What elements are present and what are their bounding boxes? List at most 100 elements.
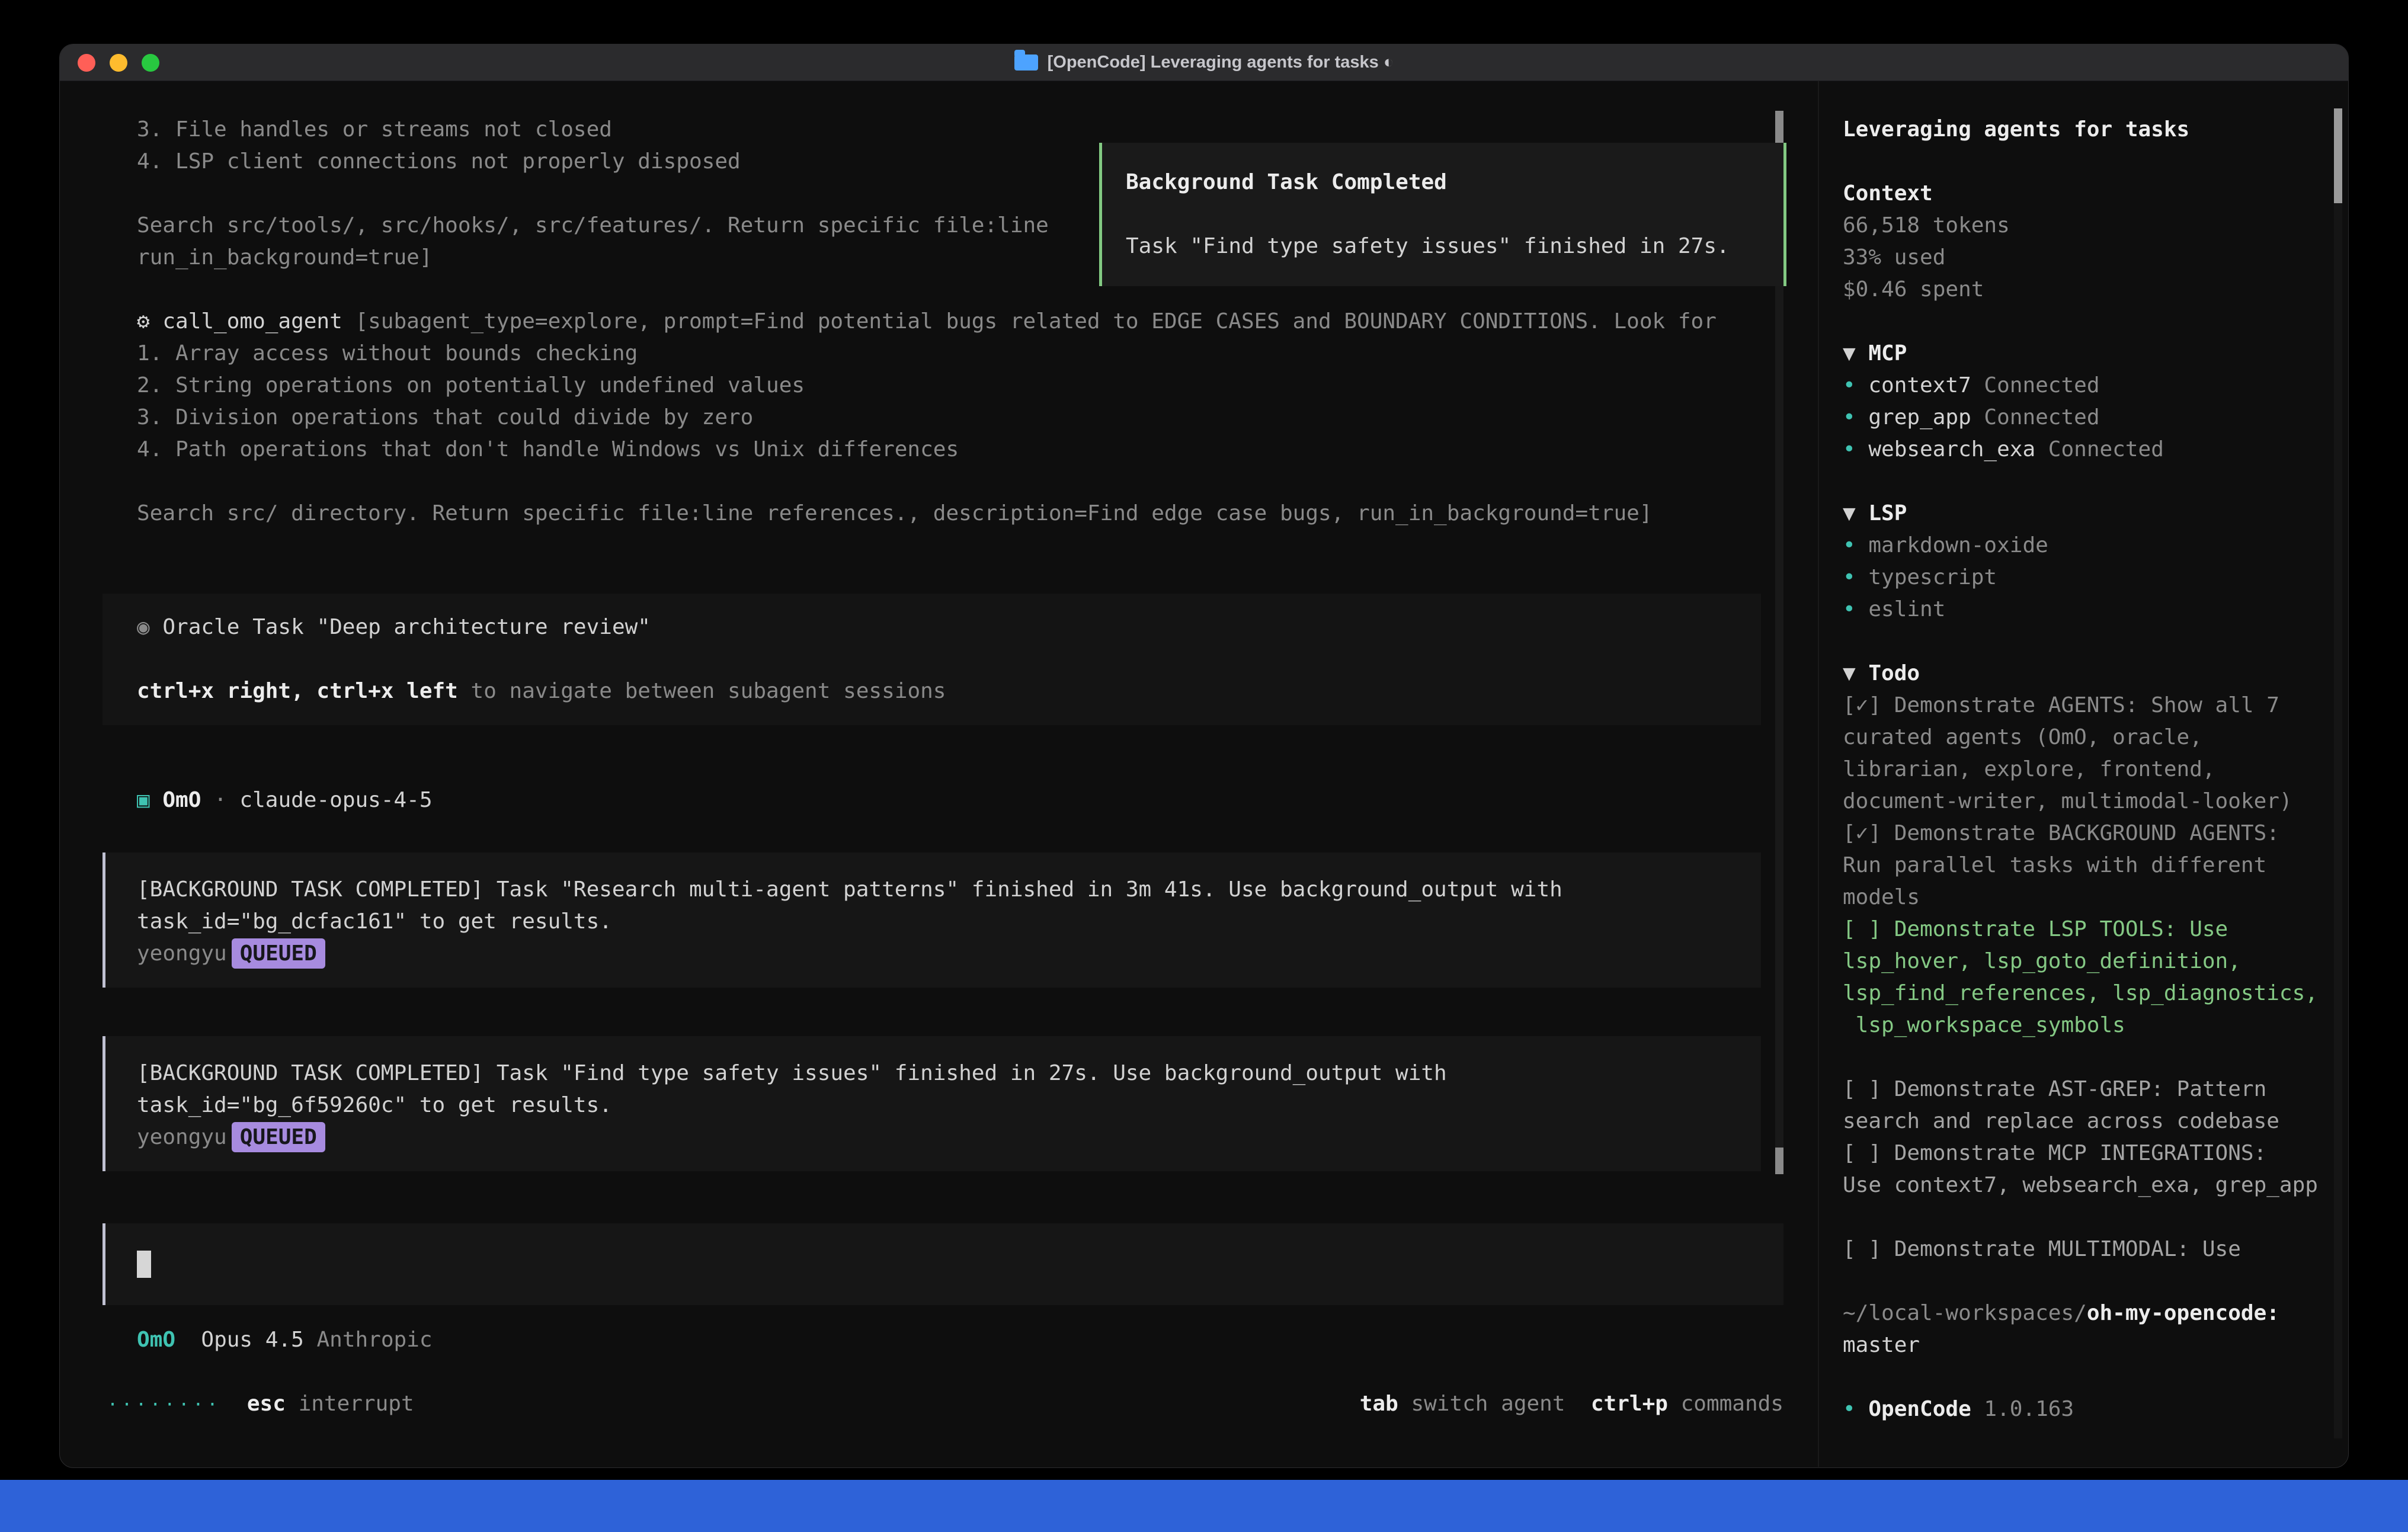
text-line: yeongyuQUEUED xyxy=(137,1121,1727,1153)
text-segment: • xyxy=(1843,597,1868,621)
text-line: curated agents (OmO, oracle, xyxy=(1843,722,2319,754)
text-line xyxy=(1843,466,2319,498)
desktop: [OpenCode] Leveraging agents for tasks ◐… xyxy=(0,0,2408,1532)
toast-notification[interactable]: Background Task Completed Task "Find typ… xyxy=(1099,143,1786,286)
text-line: [✓] Demonstrate AGENTS: Show all 7 xyxy=(1843,690,2319,722)
text-segment xyxy=(222,1392,247,1416)
section-caret: ▼ xyxy=(1843,501,1868,525)
text-segment: 4. LSP client connections not properly d… xyxy=(137,149,741,174)
context-tokens: 66,518 tokens xyxy=(1843,213,2010,238)
git-branch: master xyxy=(1843,1333,1920,1357)
agent-session-row[interactable]: ▣ OmO · claude-opus-4-5 xyxy=(103,784,1818,816)
text-line: 66,518 tokens xyxy=(1843,210,2319,242)
task-owner: yeongyu xyxy=(137,941,227,966)
text-line: ~/local-workspaces/oh-my-opencode: xyxy=(1843,1297,2319,1329)
text-line: 4. Path operations that don't handle Win… xyxy=(103,434,1818,466)
notification-title: Background Task Completed xyxy=(1126,170,1447,194)
statusbar-left: ········ esc interrupt xyxy=(107,1388,414,1420)
text-line: models xyxy=(1843,882,2319,914)
todo-item: [ ] Demonstrate AST-GREP: Pattern xyxy=(1843,1077,2266,1101)
text-segment: lsp_hover, lsp_goto_definition, xyxy=(1843,949,2241,973)
session-title: Leveraging agents for tasks xyxy=(1843,117,2189,142)
workspace-path: ~/local-workspaces/ xyxy=(1843,1301,2087,1325)
text-line: ctrl+x right, ctrl+x left to navigate be… xyxy=(137,675,1761,707)
prompt-input[interactable] xyxy=(103,1223,1783,1305)
current-model: Opus 4.5 xyxy=(201,1328,303,1352)
task-owner: yeongyu xyxy=(137,1125,227,1149)
text-line: 1. Array access without bounds checking xyxy=(103,338,1818,370)
keybind-hint: ctrl+x right, ctrl+x left xyxy=(137,679,458,703)
text-line: [ ] Demonstrate LSP TOOLS: Use xyxy=(1843,914,2319,946)
text-line: OmO Opus 4.5 Anthropic xyxy=(103,1324,1818,1356)
mcp-status: Connected xyxy=(2035,437,2164,461)
minimize-button[interactable] xyxy=(110,54,127,72)
text-line: task_id="bg_6f59260c" to get results. xyxy=(137,1089,1727,1121)
context-cost: $0.46 spent xyxy=(1843,277,1984,302)
text-segment: interrupt xyxy=(286,1392,414,1416)
text-segment: task_id="bg_6f59260c" to get results. xyxy=(137,1093,612,1117)
mcp-server: websearch_exa xyxy=(1868,437,2035,461)
text-line: Leveraging agents for tasks xyxy=(1843,114,2319,146)
current-agent: OmO xyxy=(137,1328,175,1352)
opencode-window: [OpenCode] Leveraging agents for tasks ◐… xyxy=(59,44,2349,1468)
status-bar: ········ esc interrupt tab switch agent … xyxy=(107,1388,1783,1420)
text-segment: [BACKGROUND TASK COMPLETED] Task "Resear… xyxy=(137,877,1562,902)
text-segment: 4. Path operations that don't handle Win… xyxy=(137,437,959,461)
text-segment: 3. File handles or streams not closed xyxy=(137,117,612,142)
text-line: 2. String operations on potentially unde… xyxy=(103,370,1818,402)
zoom-button[interactable] xyxy=(142,54,159,72)
text-line: • grep_app Connected xyxy=(1843,402,2319,434)
text-segment: commands xyxy=(1668,1392,1783,1416)
text-segment: • xyxy=(1843,533,1868,557)
mcp-server: grep_app xyxy=(1868,405,1971,430)
key-esc: esc xyxy=(247,1392,286,1416)
text-line: lsp_find_references, lsp_diagnostics, xyxy=(1843,977,2319,1009)
text-segment: Run parallel tasks with different xyxy=(1843,853,2266,877)
text-line: master xyxy=(1843,1329,2319,1361)
text-segment: 3. Division operations that could divide… xyxy=(137,405,753,430)
text-line: lsp_workspace_symbols xyxy=(1843,1009,2319,1041)
text-line: ········ esc interrupt xyxy=(107,1388,414,1420)
text-segment: 2. String operations on potentially unde… xyxy=(137,373,805,398)
text-segment: lsp_workspace_symbols xyxy=(1843,1013,2125,1037)
sidebar-scrollbar[interactable] xyxy=(2334,108,2342,1438)
spinner-dots: ········ xyxy=(107,1395,222,1415)
section-caret: ▼ xyxy=(1843,661,1868,685)
todo-item: [✓] Demonstrate BACKGROUND AGENTS: xyxy=(1843,821,2279,845)
text-line: lsp_hover, lsp_goto_definition, xyxy=(1843,946,2319,977)
text-line: search and replace across codebase xyxy=(1843,1105,2319,1137)
close-button[interactable] xyxy=(78,54,95,72)
text-segment: [subagent_type=explore, prompt=Find pote… xyxy=(342,309,1717,334)
text-line: • context7 Connected xyxy=(1843,370,2319,402)
text-line: Context xyxy=(1843,178,2319,210)
todo-item: [ ] Demonstrate LSP TOOLS: Use xyxy=(1843,917,2228,941)
text-line: librarian, explore, frontend, xyxy=(1843,754,2319,786)
text-segment: • xyxy=(1843,373,1868,398)
text-segment: • xyxy=(1843,437,1868,461)
app-version: 1.0.163 xyxy=(1971,1397,2074,1421)
text-cursor xyxy=(137,1251,151,1278)
text-line: • eslint xyxy=(1843,594,2319,626)
text-line: $0.46 spent xyxy=(1843,274,2319,306)
window-titlebar[interactable]: [OpenCode] Leveraging agents for tasks ◐ xyxy=(60,44,2348,81)
notification-body: Task "Find type safety issues" finished … xyxy=(1126,234,1730,258)
text-segment: document-writer, multimodal-looker) xyxy=(1843,789,2292,813)
current-provider: Anthropic xyxy=(316,1328,432,1352)
text-line: [ ] Demonstrate MCP INTEGRATIONS: xyxy=(1843,1137,2319,1169)
text-line: ▼ LSP xyxy=(1843,498,2319,530)
text-line xyxy=(1843,1361,2319,1393)
text-segment: Use context7, websearch_exa, grep_app xyxy=(1843,1173,2318,1197)
oracle-task-title: Oracle Task "Deep architecture review" xyxy=(162,615,651,639)
tool-call-label: ⚙ call_omo_agent xyxy=(137,309,342,334)
key-tab: tab xyxy=(1360,1392,1398,1416)
lsp-server: eslint xyxy=(1868,597,1945,621)
agent-icon: ▣ xyxy=(137,788,162,812)
text-segment: switch agent xyxy=(1398,1392,1591,1416)
text-line: ⚙ call_omo_agent [subagent_type=explore,… xyxy=(103,306,1818,338)
scrollbar-thumb[interactable] xyxy=(1775,1148,1783,1174)
workspace-name: oh-my-opencode: xyxy=(2087,1301,2279,1325)
scrollbar-thumb[interactable] xyxy=(2334,108,2342,203)
desktop-accent-bar xyxy=(0,1480,2408,1532)
todo-heading: Todo xyxy=(1868,661,1920,685)
traffic-lights xyxy=(60,54,159,72)
